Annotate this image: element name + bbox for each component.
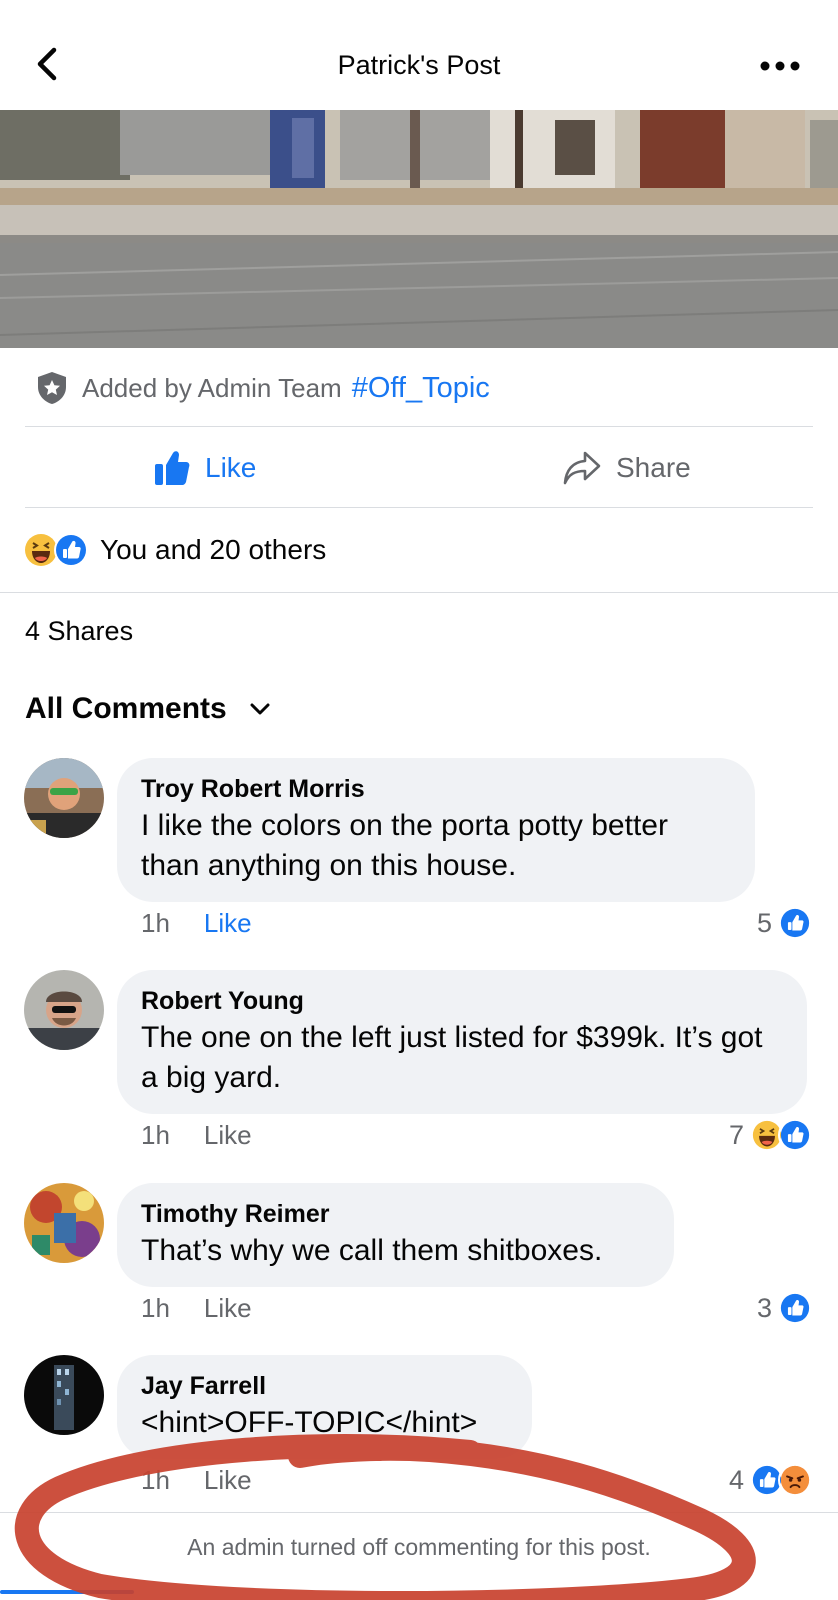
post-photo[interactable] (0, 110, 838, 348)
comment-author[interactable]: Troy Robert Morris (141, 772, 731, 806)
street-photo-image (0, 110, 838, 348)
like-button[interactable]: Like (153, 448, 256, 488)
angry-icon (778, 1463, 812, 1497)
reaction-count: 4 (728, 1464, 744, 1495)
commenting-disabled-notice: An admin turned off commenting for this … (187, 1534, 651, 1560)
comment-text: That’s why we call them shitboxes. (141, 1234, 603, 1267)
share-button[interactable]: Share (562, 448, 691, 488)
like-icon (778, 1118, 812, 1152)
reaction-count: 5 (756, 907, 772, 938)
comment-reactions[interactable]: 7 (729, 1118, 812, 1152)
shares-count[interactable]: 4 Shares (25, 616, 133, 647)
added-by-text: Added by Admin Team (82, 372, 342, 403)
comment-bubble: Troy Robert Morris I like the colors on … (117, 758, 755, 902)
avatar[interactable] (24, 758, 104, 838)
comment-like-button[interactable]: Like (204, 1120, 252, 1151)
comment-text: I like the colors on the porta potty bet… (141, 809, 668, 882)
comment-time: 1h (141, 1120, 170, 1150)
comment-reactions[interactable]: 4 (729, 1463, 812, 1497)
comment-author[interactable]: Robert Young (141, 984, 783, 1018)
comment-like-button[interactable]: Like (204, 1465, 252, 1496)
comment-like-button[interactable]: Like (204, 1293, 252, 1324)
admin-shield-icon (38, 372, 66, 404)
admin-added-line: Added by Admin Team #Off_Topic (36, 368, 490, 408)
avatar-image (24, 758, 104, 838)
top-bar: Patrick's Post (0, 0, 838, 110)
comment-meta: 1h Like (141, 908, 252, 939)
comment-author[interactable]: Jay Farrell (141, 1369, 508, 1403)
divider (25, 507, 813, 508)
comment-text: The one on the left just listed for $399… (141, 1021, 763, 1094)
comment-meta: 1h Like (141, 1120, 252, 1151)
avatar-image (24, 970, 104, 1050)
reaction-icons (25, 533, 88, 567)
more-options-icon[interactable] (758, 52, 808, 80)
avatar-image (24, 1355, 104, 1435)
scroll-indicator (0, 1590, 134, 1594)
avatar-image (24, 1183, 104, 1263)
comment-bubble: Timothy Reimer That’s why we call them s… (117, 1183, 674, 1287)
topic-link[interactable]: #Off_Topic (352, 372, 490, 405)
comment-time: 1h (141, 1293, 170, 1323)
share-label: Share (616, 452, 691, 483)
reaction-summary-text: You and 20 others (100, 534, 327, 565)
divider (0, 1512, 838, 1513)
comment-reactions[interactable]: 5 (757, 906, 812, 940)
comment-like-button[interactable]: Like (204, 908, 252, 939)
comments-filter-dropdown[interactable]: All Comments (25, 692, 271, 726)
comment-author[interactable]: Timothy Reimer (141, 1197, 650, 1231)
comment-reactions[interactable]: 3 (757, 1291, 812, 1325)
reaction-summary[interactable]: You and 20 others (24, 532, 326, 568)
page-title: Patrick's Post (337, 50, 501, 80)
thumbs-up-icon (155, 451, 190, 485)
chevron-down-icon (250, 703, 270, 715)
like-label: Like (205, 452, 257, 483)
comment-text: <hint>OFF-TOPIC</hint> (141, 1406, 478, 1439)
avatar[interactable] (24, 1355, 104, 1435)
reaction-count: 3 (756, 1292, 772, 1323)
divider (0, 592, 838, 593)
avatar[interactable] (24, 1183, 104, 1263)
comments-filter-label: All Comments (25, 692, 227, 725)
comment-bubble: Jay Farrell <hint>OFF-TOPIC</hint> (117, 1355, 532, 1459)
like-icon (778, 906, 812, 940)
comment-bubble: Robert Young The one on the left just li… (117, 970, 807, 1114)
comment-meta: 1h Like (141, 1465, 252, 1496)
share-arrow-icon (563, 451, 601, 485)
comment-time: 1h (141, 908, 170, 938)
divider (25, 426, 813, 427)
like-icon (778, 1291, 812, 1325)
reaction-count: 7 (728, 1119, 744, 1150)
comment-meta: 1h Like (141, 1293, 252, 1324)
avatar[interactable] (24, 970, 104, 1050)
comment-time: 1h (141, 1465, 170, 1495)
